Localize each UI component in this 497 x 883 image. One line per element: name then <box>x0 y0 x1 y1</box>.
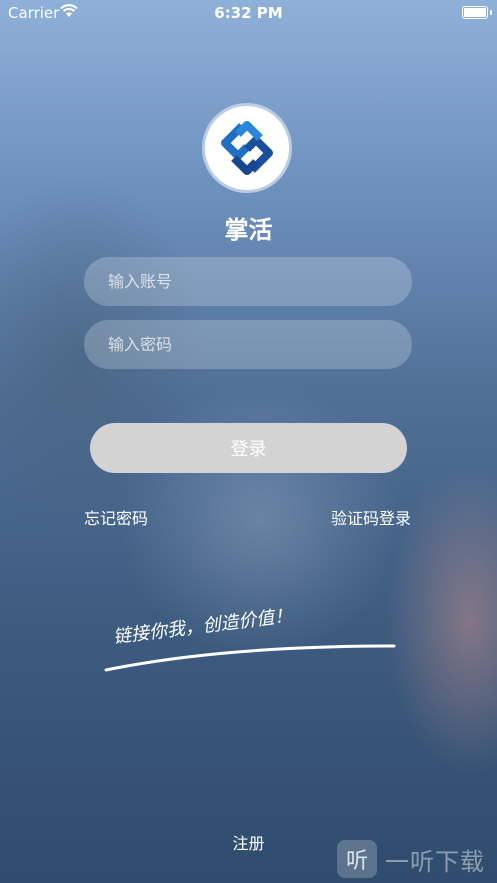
watermark-logo-icon: 听 <box>337 840 377 878</box>
slogan-text: 链接你我，创造价值！ <box>112 605 293 648</box>
forgot-password-link[interactable]: 忘记密码 <box>84 505 148 529</box>
watermark-text: 一听下载 <box>385 847 485 876</box>
status-bar: Carrier 6:32 PM <box>0 0 497 28</box>
sms-login-link[interactable]: 验证码登录 <box>331 505 411 529</box>
app-title: 掌活 <box>224 216 273 244</box>
login-button[interactable]: 登录 <box>90 423 407 473</box>
slogan: 链接你我，创造价值！ <box>104 598 404 682</box>
status-time: 6:32 PM <box>214 4 283 22</box>
chain-link-icon <box>221 121 273 175</box>
battery-icon <box>462 6 492 19</box>
watermark: 听 一听下载 <box>337 840 485 878</box>
app-logo <box>202 103 292 193</box>
account-input[interactable] <box>84 257 412 306</box>
password-input[interactable] <box>84 320 412 369</box>
